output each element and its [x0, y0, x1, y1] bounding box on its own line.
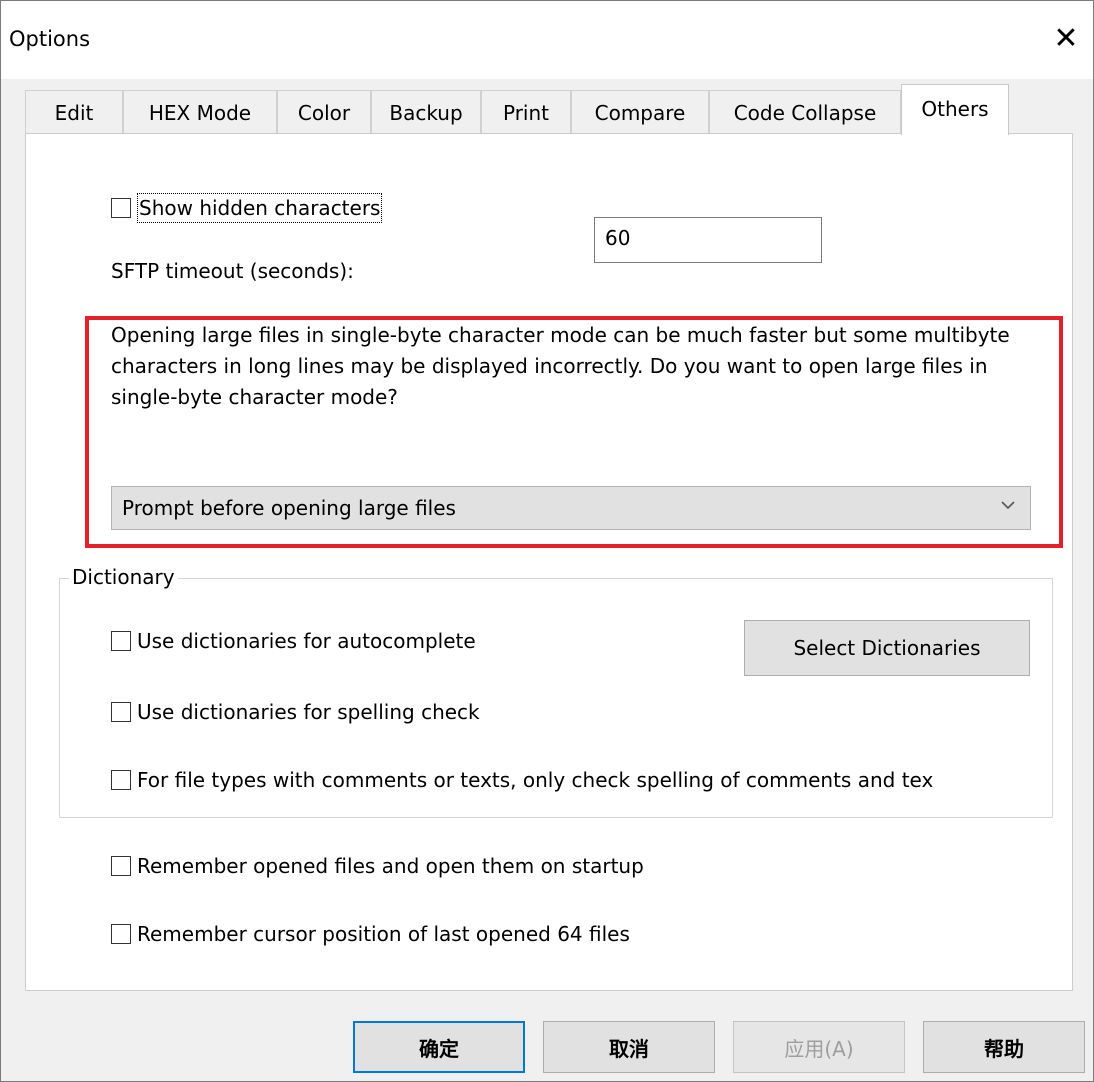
tab-color[interactable]: Color — [277, 90, 371, 134]
close-icon[interactable]: ✕ — [1039, 11, 1093, 67]
cancel-button[interactable]: 取消 — [543, 1021, 715, 1073]
tab-backup[interactable]: Backup — [371, 90, 481, 134]
comments-only-row[interactable]: For file types with comments or texts, o… — [111, 768, 1051, 792]
large-file-mode-value: Prompt before opening large files — [122, 496, 456, 520]
remember-cursor-label: Remember cursor position of last opened … — [137, 922, 630, 946]
tab-strip: Edit HEX Mode Color Backup Print Compare… — [25, 84, 1075, 135]
comments-only-checkbox[interactable] — [111, 770, 131, 790]
remember-cursor-row[interactable]: Remember cursor position of last opened … — [111, 922, 630, 946]
tab-code-collapse[interactable]: Code Collapse — [709, 90, 901, 134]
options-dialog: Options ✕ Edit HEX Mode Color Backup Pri… — [0, 0, 1094, 1082]
tab-hex-mode[interactable]: HEX Mode — [123, 90, 277, 134]
spelling-check-checkbox[interactable] — [111, 702, 131, 722]
tab-print[interactable]: Print — [481, 90, 571, 134]
remember-files-checkbox[interactable] — [111, 856, 131, 876]
remember-files-label: Remember opened files and open them on s… — [137, 854, 644, 878]
tab-edit[interactable]: Edit — [25, 90, 123, 134]
select-dictionaries-button[interactable]: Select Dictionaries — [744, 620, 1030, 676]
window-title: Options — [9, 27, 91, 51]
title-bar: Options ✕ — [1, 1, 1093, 79]
others-panel: Show hidden characters SFTP timeout (sec… — [25, 133, 1073, 991]
ok-button[interactable]: 确定 — [353, 1021, 525, 1073]
remember-cursor-checkbox[interactable] — [111, 924, 131, 944]
dictionary-legend: Dictionary — [69, 565, 178, 589]
apply-button[interactable]: 应用(A) — [733, 1021, 905, 1073]
autocomplete-row[interactable]: Use dictionaries for autocomplete — [111, 629, 476, 653]
remember-files-row[interactable]: Remember opened files and open them on s… — [111, 854, 644, 878]
chevron-down-icon — [1000, 497, 1016, 518]
spelling-check-row[interactable]: Use dictionaries for spelling check — [111, 700, 480, 724]
autocomplete-checkbox[interactable] — [111, 631, 131, 651]
spelling-check-label: Use dictionaries for spelling check — [137, 700, 480, 724]
comments-only-label: For file types with comments or texts, o… — [137, 768, 934, 792]
help-button[interactable]: 帮助 — [923, 1021, 1085, 1073]
autocomplete-label: Use dictionaries for autocomplete — [137, 629, 476, 653]
large-file-mode-select[interactable]: Prompt before opening large files — [111, 486, 1031, 530]
tab-others[interactable]: Others — [901, 84, 1009, 135]
show-hidden-row[interactable]: Show hidden characters — [111, 193, 383, 223]
sftp-timeout-label: SFTP timeout (seconds): — [111, 259, 354, 283]
large-file-description: Opening large files in single-byte chara… — [111, 323, 1010, 409]
sftp-timeout-input[interactable]: 60 — [594, 217, 822, 263]
show-hidden-label: Show hidden characters — [137, 193, 383, 223]
show-hidden-checkbox[interactable] — [111, 198, 131, 218]
tab-compare[interactable]: Compare — [571, 90, 709, 134]
